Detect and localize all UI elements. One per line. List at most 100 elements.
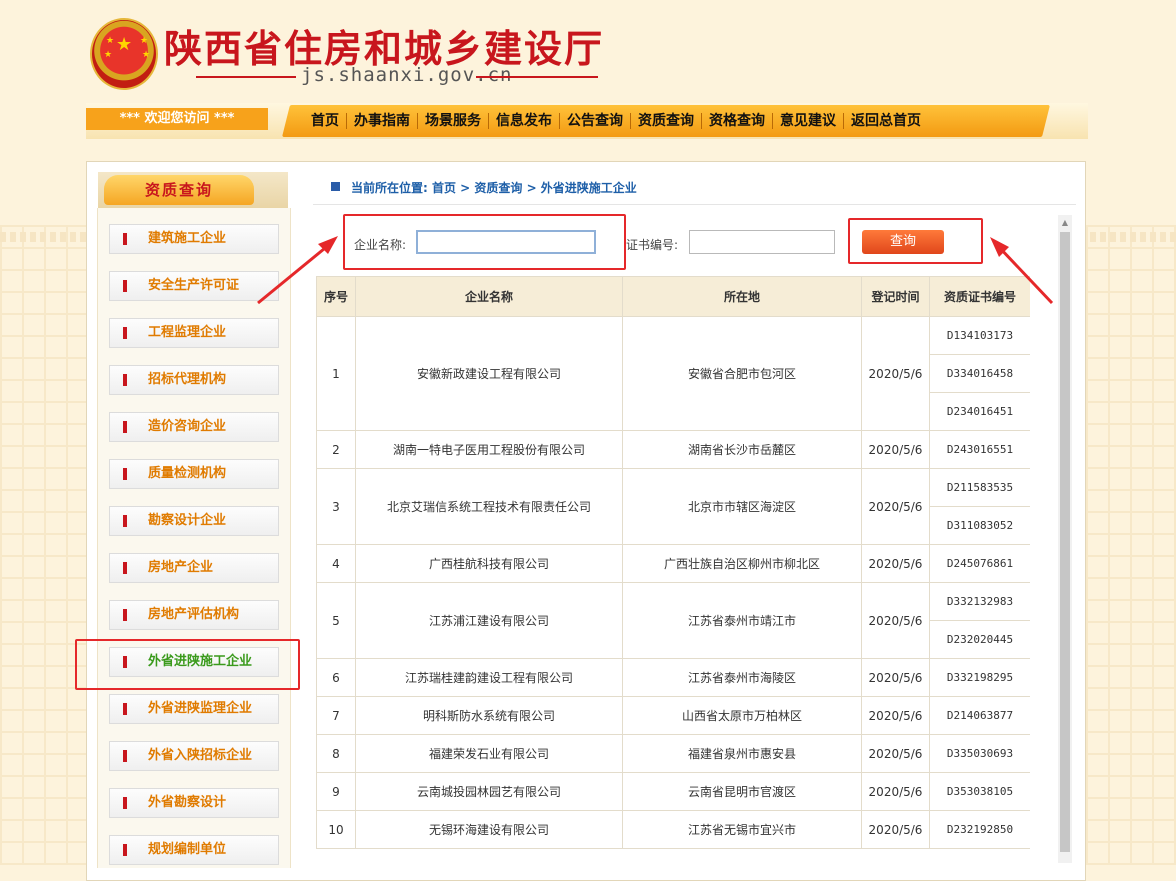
sidebar-item-bidding-agency[interactable]: 招标代理机构 [109, 365, 279, 395]
sidebar-item-label: 招标代理机构 [148, 372, 227, 387]
sidebar-item-safety-license[interactable]: 安全生产许可证 [109, 271, 279, 301]
cell-no: 10 [316, 810, 356, 849]
highlight-box-query-button [848, 218, 983, 264]
nav-item-qualification-query[interactable]: 资质查询 [631, 113, 702, 129]
cell-cert: D334016458 [929, 354, 1030, 393]
table-row: 7 明科斯防水系统有限公司 山西省太原市万柏林区 2020/5/6 D214063877 [316, 696, 1030, 735]
breadcrumb-square-icon [331, 182, 340, 191]
cell-cert: D245076861 [929, 544, 1030, 583]
sidebar-item-label: 规划编制单位 [148, 842, 227, 857]
table-body: 1 安徽新政建设工程有限公司 安徽省合肥市包河区 2020/5/6 D134103173… [316, 316, 1030, 849]
cell-company: 无锡环海建设有限公司 [355, 810, 623, 849]
sidebar-item-supervision[interactable]: 工程监理企业 [109, 318, 279, 348]
sidebar-item-label: 工程监理企业 [148, 325, 227, 340]
cell-no: 3 [316, 468, 356, 545]
column-header-location: 所在地 [622, 276, 862, 317]
column-header-cert: 资质证书编号 [929, 276, 1030, 317]
cell-cert: D335030693 [929, 734, 1030, 773]
cell-cert: D243016551 [929, 430, 1030, 469]
cell-no: 7 [316, 696, 356, 735]
bullet-icon [123, 703, 127, 715]
sidebar-item-out-of-province-bidding[interactable]: 外省入陕招标企业 [109, 741, 279, 771]
cell-cert: D134103173 [929, 316, 1030, 355]
cell-company: 江苏浦江建设有限公司 [355, 582, 623, 659]
cell-date: 2020/5/6 [861, 658, 930, 697]
bullet-icon [123, 280, 127, 292]
nav-item-info-release[interactable]: 信息发布 [489, 113, 560, 129]
cell-no: 2 [316, 430, 356, 469]
site-header: ★ ★ ★ ★ ★ 陕西省住房和城乡建设厅 js.shaanxi.gov.cn [86, 12, 1088, 102]
sidebar-item-construction[interactable]: 建筑施工企业 [109, 224, 279, 254]
table-row: 5 江苏浦江建设有限公司 江苏省泰州市靖江市 2020/5/6 D332132983 [316, 582, 1030, 659]
cell-company: 明科斯防水系统有限公司 [355, 696, 623, 735]
sidebar-item-planning-unit[interactable]: 规划编制单位 [109, 835, 279, 865]
nav-item-feedback[interactable]: 意见建议 [773, 113, 844, 129]
table-row: 4 广西桂航科技有限公司 广西壮族自治区柳州市柳北区 2020/5/6 D2450768… [316, 544, 1030, 583]
cell-date: 2020/5/6 [861, 430, 930, 469]
nav-item-credential-query[interactable]: 资格查询 [702, 113, 773, 129]
bullet-icon [123, 468, 127, 480]
cell-cert: D353038105 [929, 772, 1030, 811]
main-navbar: *** 欢迎您访问 *** 首页 办事指南 场景服务 信息发布 公告查询 资质查… [86, 103, 1088, 139]
highlight-box-sidebar-item [75, 639, 300, 690]
sidebar-item-label: 安全生产许可证 [148, 278, 240, 293]
sidebar-item-label: 外省进陕监理企业 [148, 701, 253, 716]
bullet-icon [123, 327, 127, 339]
column-header-date: 登记时间 [861, 276, 930, 317]
nav-item-home[interactable]: 首页 [304, 113, 347, 129]
bullet-icon [123, 421, 127, 433]
nav-item-guide[interactable]: 办事指南 [347, 113, 418, 129]
cell-company: 江苏瑞桂建韵建设工程有限公司 [355, 658, 623, 697]
url-divider-left [196, 76, 296, 78]
scrollbar-thumb[interactable] [1060, 232, 1070, 852]
decorative-pattern-right [1086, 225, 1176, 865]
cell-date: 2020/5/6 [861, 468, 930, 545]
cell-cert: D232192850 [929, 810, 1030, 849]
cell-no: 9 [316, 772, 356, 811]
sidebar-item-label: 房地产企业 [148, 560, 214, 575]
nav-item-scene-service[interactable]: 场景服务 [418, 113, 489, 129]
sidebar-item-label: 勘察设计企业 [148, 513, 227, 528]
cell-location: 北京市市辖区海淀区 [622, 468, 862, 545]
cell-date: 2020/5/6 [861, 544, 930, 583]
nav-item-notice-query[interactable]: 公告查询 [560, 113, 631, 129]
table-row: 9 云南城投园林园艺有限公司 云南省昆明市官渡区 2020/5/6 D353038105 [316, 772, 1030, 811]
cell-location: 云南省昆明市官渡区 [622, 772, 862, 811]
cell-cert: D214063877 [929, 696, 1030, 735]
national-emblem-icon: ★ ★ ★ ★ ★ [90, 18, 158, 90]
cell-company: 云南城投园林园艺有限公司 [355, 772, 623, 811]
nav-item-back-home[interactable]: 返回总首页 [844, 113, 928, 129]
scroll-up-arrow-icon[interactable]: ▲ [1060, 217, 1070, 229]
cell-no: 1 [316, 316, 356, 431]
url-divider-right [476, 76, 598, 78]
table-row: 2 湖南一特电子医用工程股份有限公司 湖南省长沙市岳麓区 2020/5/6 D24301… [316, 430, 1030, 469]
sidebar-item-quality-testing[interactable]: 质量检测机构 [109, 459, 279, 489]
cell-company: 安徽新政建设工程有限公司 [355, 316, 623, 431]
sidebar-item-real-estate-appraisal[interactable]: 房地产评估机构 [109, 600, 279, 630]
bullet-icon [123, 844, 127, 856]
bullet-icon [123, 233, 127, 245]
nav-menu: 首页 办事指南 场景服务 信息发布 公告查询 资质查询 资格查询 意见建议 返回… [304, 105, 928, 137]
column-header-company: 企业名称 [355, 276, 623, 317]
sidebar-item-out-of-province-supervision[interactable]: 外省进陕监理企业 [109, 694, 279, 724]
cell-cert: D234016451 [929, 392, 1030, 431]
cell-date: 2020/5/6 [861, 734, 930, 773]
table-header-row: 序号 企业名称 所在地 登记时间 资质证书编号 [316, 276, 1030, 317]
sidebar-item-out-of-province-survey[interactable]: 外省勘察设计 [109, 788, 279, 818]
cell-cert: D211583535 [929, 468, 1030, 507]
table-row: 1 安徽新政建设工程有限公司 安徽省合肥市包河区 2020/5/6 D134103173 [316, 316, 1030, 431]
sidebar-item-survey-design[interactable]: 勘察设计企业 [109, 506, 279, 536]
sidebar-item-cost-consulting[interactable]: 造价咨询企业 [109, 412, 279, 442]
results-table: 序号 企业名称 所在地 登记时间 资质证书编号 1 安徽新政建设工程有限公司 安徽省… [316, 276, 1030, 849]
cell-location: 江苏省泰州市海陵区 [622, 658, 862, 697]
breadcrumb-text: 当前所在位置: 首页 > 资质查询 > 外省进陕施工企业 [351, 181, 637, 195]
sidebar-item-real-estate[interactable]: 房地产企业 [109, 553, 279, 583]
cell-location: 福建省泉州市惠安县 [622, 734, 862, 773]
cell-date: 2020/5/6 [861, 810, 930, 849]
cell-company: 福建荣发石业有限公司 [355, 734, 623, 773]
bullet-icon [123, 562, 127, 574]
cert-number-input[interactable] [689, 230, 835, 254]
results-table-container: 序号 企业名称 所在地 登记时间 资质证书编号 1 安徽新政建设工程有限公司 安徽省… [316, 276, 1030, 876]
cell-no: 6 [316, 658, 356, 697]
cell-no: 8 [316, 734, 356, 773]
